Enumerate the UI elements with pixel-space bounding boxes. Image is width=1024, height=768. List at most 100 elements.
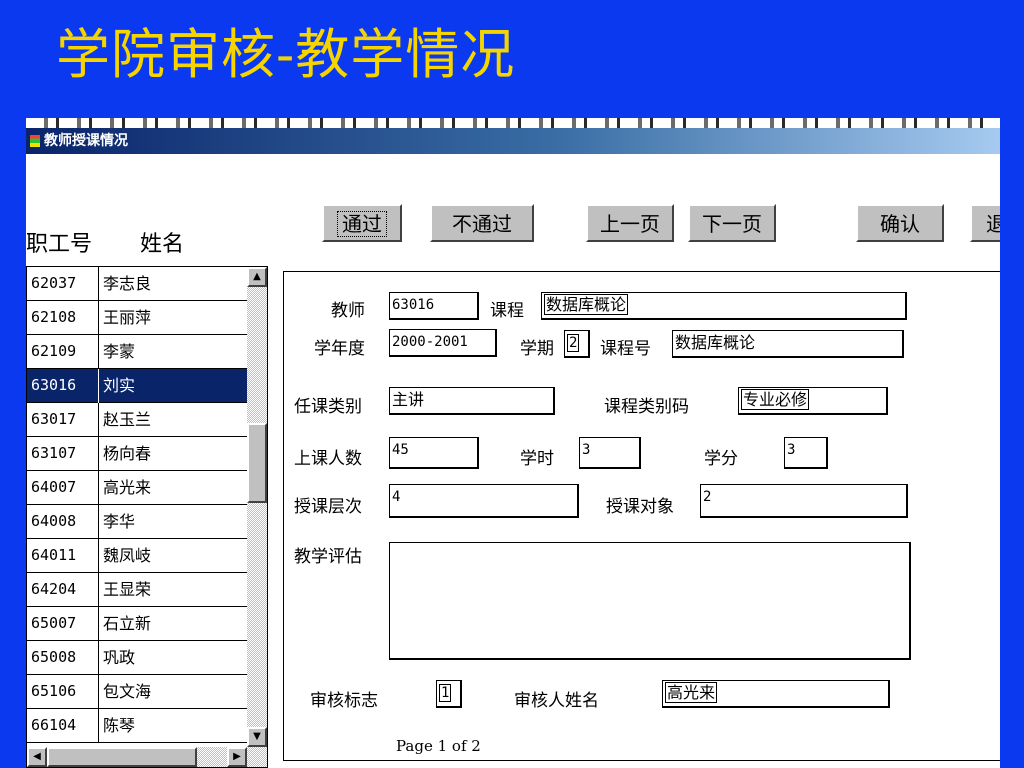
teacher-id-cell: 64007 <box>27 471 99 505</box>
role-label: 任课类别 <box>294 397 362 417</box>
credits-label: 学分 <box>704 449 738 469</box>
teacher-list-row[interactable]: 63107 杨向春 <box>27 437 249 471</box>
teacher-label: 教师 <box>331 301 365 321</box>
teacher-id-cell: 63017 <box>27 403 99 437</box>
teacher-id-cell: 66104 <box>27 709 99 743</box>
course-no-label: 课程号 <box>600 339 651 359</box>
confirm-button-label: 确认 <box>880 212 920 236</box>
pass-button[interactable]: 通过 <box>322 204 402 242</box>
course-value: 数据库概论 <box>544 294 629 315</box>
teacher-id-cell: 64008 <box>27 505 99 539</box>
students-field[interactable]: 45 <box>389 437 479 469</box>
teacher-field[interactable]: 63016 <box>389 292 479 320</box>
level-field[interactable]: 4 <box>389 484 579 518</box>
reject-button[interactable]: 不通过 <box>430 204 534 242</box>
horizontal-scroll-thumb[interactable] <box>47 747 197 767</box>
teacher-name-cell: 高光来 <box>103 478 152 497</box>
teacher-list-row[interactable]: 62109 李蒙 <box>27 335 249 369</box>
teacher-name-cell: 李蒙 <box>103 342 136 361</box>
scroll-left-icon[interactable]: ◀ <box>27 747 47 767</box>
eval-textarea[interactable] <box>389 542 911 660</box>
eval-label: 教学评估 <box>294 547 362 567</box>
students-label: 上课人数 <box>294 449 362 469</box>
teacher-list-row[interactable]: 65106 包文海 <box>27 675 249 709</box>
slide-title: 学院审核-教学情况 <box>56 23 516 86</box>
teacher-id-cell: 64011 <box>27 539 99 573</box>
exit-button-label: 退 <box>986 212 1000 236</box>
target-field[interactable]: 2 <box>700 484 908 518</box>
background-window-strip <box>26 118 1000 128</box>
window-titlebar[interactable]: 教师授课情况 <box>26 128 1000 154</box>
teacher-id-cell: 64204 <box>27 573 99 607</box>
scroll-right-icon[interactable]: ▶ <box>227 747 247 767</box>
pass-button-label: 通过 <box>337 211 387 237</box>
teacher-list-row[interactable]: 65007 石立新 <box>27 607 249 641</box>
app-icon <box>30 135 40 147</box>
teacher-list-row[interactable]: 66104 陈琴 <box>27 709 249 743</box>
teacher-id-cell: 65106 <box>27 675 99 709</box>
teacher-id-cell: 65007 <box>27 607 99 641</box>
teacher-name-cell: 李志良 <box>103 274 152 293</box>
teacher-list-row[interactable]: 63016 刘实 <box>27 369 249 403</box>
course-label: 课程 <box>490 301 524 321</box>
reject-button-label: 不通过 <box>452 212 512 236</box>
course-type-value: 专业必修 <box>741 389 810 410</box>
course-type-field[interactable]: 专业必修 <box>738 387 888 415</box>
teacher-list-row[interactable]: 64011 魏凤岐 <box>27 539 249 573</box>
teacher-id-cell: 62037 <box>27 267 99 301</box>
vertical-scrollbar[interactable]: ▲ ▼ <box>247 267 267 747</box>
slide-right-edge <box>1000 118 1024 768</box>
year-label: 学年度 <box>314 339 365 359</box>
year-field[interactable]: 2000-2001 <box>389 329 497 357</box>
next-page-button[interactable]: 下一页 <box>688 204 776 242</box>
teacher-id-cell: 62109 <box>27 335 99 369</box>
hours-field[interactable]: 3 <box>579 437 641 469</box>
teacher-name-cell: 王显荣 <box>103 580 152 599</box>
teacher-list-row[interactable]: 65008 巩政 <box>27 641 249 675</box>
teacher-id-cell: 63016 <box>27 369 99 403</box>
teacher-list-row[interactable]: 64204 王显荣 <box>27 573 249 607</box>
horizontal-scrollbar[interactable]: ◀ ▶ <box>27 747 267 767</box>
level-label: 授课层次 <box>294 497 362 517</box>
teacher-name-cell: 刘实 <box>103 376 136 395</box>
teacher-name-cell: 李华 <box>103 512 136 531</box>
teacher-listbox[interactable]: 62037 李志良 62108 王丽萍 62109 李蒙 63016 刘实 63017 赵玉兰 63… <box>26 266 268 768</box>
teacher-name-cell: 魏凤岐 <box>103 546 152 565</box>
teacher-id-cell: 62108 <box>27 301 99 335</box>
teacher-list-row[interactable]: 63017 赵玉兰 <box>27 403 249 437</box>
scroll-down-icon[interactable]: ▼ <box>247 727 267 747</box>
auditor-field[interactable]: 高光来 <box>662 680 890 708</box>
auditor-label: 审核人姓名 <box>514 691 599 711</box>
course-field[interactable]: 数据库概论 <box>541 292 907 320</box>
credits-field[interactable]: 3 <box>784 437 828 469</box>
audit-flag-label: 审核标志 <box>310 691 378 711</box>
teacher-list-row[interactable]: 64008 李华 <box>27 505 249 539</box>
course-no-field[interactable]: 数据库概论 <box>672 330 904 358</box>
prev-page-label: 上一页 <box>600 212 660 236</box>
vertical-scroll-thumb[interactable] <box>247 423 267 503</box>
column-header-id: 职工号 <box>26 232 93 257</box>
audit-flag-value: 1 <box>439 684 452 702</box>
teacher-list-row[interactable]: 62037 李志良 <box>27 267 249 301</box>
course-type-label: 课程类别码 <box>604 397 689 417</box>
exit-button[interactable]: 退 <box>970 204 1000 242</box>
scroll-up-icon[interactable]: ▲ <box>247 267 267 287</box>
audit-flag-field[interactable]: 1 <box>436 680 462 708</box>
teacher-name-cell: 陈琴 <box>103 716 136 735</box>
teacher-id-cell: 65008 <box>27 641 99 675</box>
teacher-name-cell: 赵玉兰 <box>103 410 152 429</box>
confirm-button[interactable]: 确认 <box>856 204 944 242</box>
teacher-list-row[interactable]: 62108 王丽萍 <box>27 301 249 335</box>
teacher-list-row[interactable]: 64007 高光来 <box>27 471 249 505</box>
teacher-name-cell: 王丽萍 <box>103 308 152 327</box>
role-field[interactable]: 主讲 <box>389 387 555 415</box>
app-window: 教师授课情况 通过 不通过 上一页 下一页 确认 退 职工号 姓名 62037 李… <box>26 118 1000 768</box>
prev-page-button[interactable]: 上一页 <box>586 204 674 242</box>
course-detail-panel: 教师 63016 课程 数据库概论 学年度 2000-2001 学期 2 课程号… <box>283 271 1000 761</box>
teacher-name-cell: 包文海 <box>103 682 152 701</box>
term-field[interactable]: 2 <box>564 330 590 358</box>
term-label: 学期 <box>520 339 554 359</box>
hours-label: 学时 <box>520 449 554 469</box>
term-value: 2 <box>567 334 580 352</box>
target-label: 授课对象 <box>606 497 674 517</box>
